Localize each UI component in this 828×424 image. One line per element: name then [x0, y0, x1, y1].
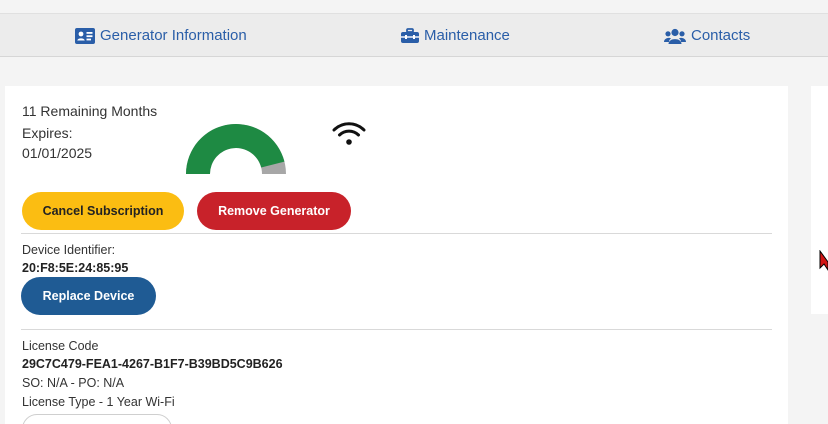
top-strip	[0, 0, 828, 13]
tab-maintenance-label: Maintenance	[424, 27, 510, 44]
so-po-text: SO: N/A - PO: N/A	[22, 376, 125, 390]
expires-date: 01/01/2025	[22, 145, 93, 161]
license-code-value: 29C7C479-FEA1-4267-B1F7-B39BD5C9B626	[22, 357, 283, 371]
users-icon	[664, 28, 686, 44]
tab-navigation: Generator Information Maintenance Contac…	[0, 13, 828, 57]
id-card-icon	[75, 27, 95, 44]
tab-generator-information-label: Generator Information	[100, 27, 247, 44]
device-identifier-value: 20:F8:5E:24:85:95	[22, 261, 129, 275]
side-panel	[811, 86, 828, 314]
subscription-card	[5, 86, 788, 424]
remove-generator-button[interactable]: Remove Generator	[197, 192, 351, 230]
replace-device-button[interactable]: Replace Device	[21, 277, 156, 315]
mouse-cursor-icon	[819, 249, 828, 277]
tab-contacts-label: Contacts	[691, 27, 751, 44]
expires-label: Expires:	[22, 125, 73, 141]
divider	[21, 233, 772, 234]
toolbox-icon	[401, 27, 419, 44]
license-code-label: License Code	[22, 339, 99, 353]
wifi-icon	[332, 121, 366, 152]
subscription-gauge	[186, 124, 286, 174]
cancel-subscription-button[interactable]: Cancel Subscription	[22, 192, 184, 230]
license-type: License Type - 1 Year Wi-Fi	[22, 395, 175, 409]
tab-contacts[interactable]: Contacts	[664, 14, 750, 57]
device-identifier-label: Device Identifier:	[22, 243, 116, 257]
license-action-button[interactable]	[22, 414, 172, 424]
tab-maintenance[interactable]: Maintenance	[401, 14, 510, 57]
divider	[21, 329, 772, 330]
remaining-months: 11 Remaining Months	[22, 103, 158, 119]
tab-generator-information[interactable]: Generator Information	[75, 14, 247, 57]
